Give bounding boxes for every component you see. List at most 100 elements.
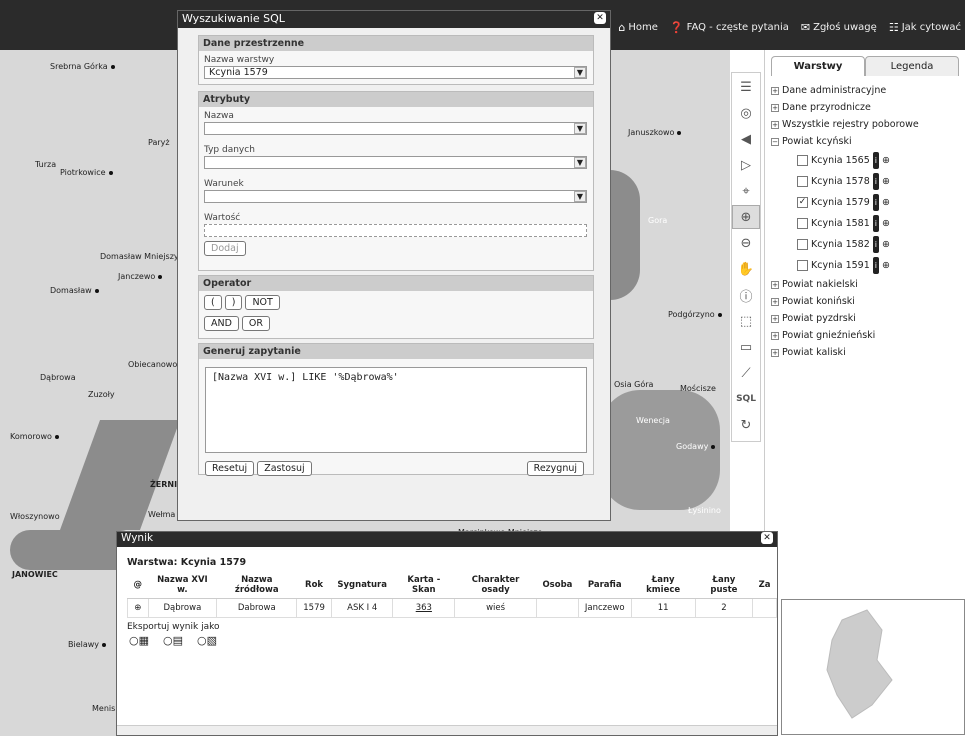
layer-item[interactable]: ✓ Kcynia 1579 i ⊕ — [771, 192, 965, 213]
pan-hand-icon[interactable]: ✋ — [732, 257, 760, 281]
info-icon[interactable]: ⓘ — [732, 283, 760, 307]
zoom-in-icon[interactable]: ⊕ — [732, 205, 760, 229]
info-badge-icon: i — [872, 152, 879, 169]
back-icon[interactable]: ◀ — [732, 127, 760, 151]
or-button[interactable]: OR — [241, 316, 271, 331]
horizontal-scrollbar[interactable] — [117, 725, 777, 735]
home-icon: ⌂ — [618, 21, 626, 34]
layer-item[interactable]: Kcynia 1591 i ⊕ — [771, 255, 965, 276]
column-header: Karta - Skan — [392, 572, 455, 599]
nav-cite-label: Jak cytować — [901, 22, 961, 33]
column-header: Nazwa XVI w. — [148, 572, 217, 599]
layer-checkbox[interactable] — [797, 218, 808, 229]
expand-icon: + — [771, 314, 779, 323]
sql-query-textarea[interactable]: [Nazwa XVI w.] LIKE '%Dąbrowa%' — [205, 367, 587, 453]
cite-icon: ☷ — [888, 21, 899, 34]
layer-checkbox-checked[interactable]: ✓ — [797, 197, 808, 208]
layer-select[interactable]: Kcynia 1579 ▼ — [204, 66, 587, 79]
close-icon[interactable]: ✕ — [761, 532, 773, 544]
generate-query-section: Generuj zapytanie [Nazwa XVI w.] LIKE '%… — [198, 343, 594, 476]
tree-group[interactable]: + Powiat nakielski — [771, 276, 965, 293]
globe-icon[interactable]: ◎ — [732, 101, 760, 125]
zoom-out-icon[interactable]: ⊖ — [732, 231, 760, 255]
not-button[interactable]: NOT — [245, 295, 280, 310]
forward-icon[interactable]: ▷ — [732, 153, 760, 177]
tab-legenda[interactable]: Legenda — [865, 56, 959, 76]
layer-item[interactable]: Kcynia 1578 i ⊕ — [771, 171, 965, 192]
sql-dialog: Wyszukiwanie SQL ✕ Dane przestrzenne Nazw… — [177, 10, 611, 521]
name-label: Nazwa — [204, 111, 234, 121]
tree-group[interactable]: + Powiat kaliski — [771, 344, 965, 361]
layer-checkbox[interactable] — [797, 260, 808, 271]
tree-group[interactable]: + Dane przyrodnicze — [771, 99, 965, 116]
table-cell: Dabrowa — [216, 598, 298, 618]
measure-icon[interactable]: ⟋ — [732, 361, 760, 385]
layer-checkbox[interactable] — [797, 176, 808, 187]
result-table: @ Nazwa XVI w. Nazwa źródłowa Rok Sygnat… — [127, 572, 777, 618]
table-header-row: @ Nazwa XVI w. Nazwa źródłowa Rok Sygnat… — [127, 572, 777, 599]
map-place: Bielawy — [68, 640, 107, 649]
export-csv-option[interactable]: ○▤ — [163, 634, 183, 647]
scan-link[interactable]: 363 — [392, 598, 456, 618]
expand-icon: + — [771, 331, 779, 340]
zoom-to-feature-icon[interactable]: ⊕ — [127, 598, 149, 618]
close-icon[interactable]: ✕ — [594, 12, 606, 24]
layer-checkbox[interactable] — [797, 155, 808, 166]
condition-select[interactable]: ▼ — [204, 190, 587, 203]
column-header: Rok — [296, 572, 332, 599]
tree-group[interactable]: + Powiat gnieźnieński — [771, 327, 965, 344]
table-cell: Janczewo — [577, 598, 632, 618]
refresh-icon[interactable]: ↻ — [732, 413, 760, 437]
table-cell: ASK I 4 — [330, 598, 394, 618]
nav-cite[interactable]: ☷ Jak cytować — [889, 21, 961, 34]
generate-query-legend: Generuj zapytanie — [199, 344, 593, 359]
info-badge-icon: i — [872, 194, 879, 211]
result-dialog-titlebar[interactable]: Wynik ✕ — [117, 532, 777, 547]
attributes-legend: Atrybuty — [199, 92, 593, 107]
zoom-to-layer-icon: ⊕ — [882, 176, 890, 187]
map-place: Podgórzyno — [668, 310, 722, 319]
info-badge-icon: i — [872, 257, 879, 274]
table-cell — [535, 598, 579, 618]
tree-group[interactable]: + Dane administracyjne — [771, 82, 965, 99]
list-icon[interactable]: ☰ — [732, 75, 760, 99]
sql-dialog-titlebar[interactable]: Wyszukiwanie SQL ✕ — [178, 11, 610, 28]
export-pdf-option[interactable]: ○▧ — [197, 634, 217, 647]
table-cell: 11 — [630, 598, 696, 618]
overview-map[interactable] — [781, 599, 965, 735]
chevron-down-icon: ▼ — [574, 67, 586, 78]
map-place: Włoszynowo — [10, 512, 60, 521]
tab-warstwy[interactable]: Warstwy — [771, 56, 865, 76]
layer-tree: + Dane administracyjne + Dane przyrodnicze… — [765, 76, 965, 361]
value-input[interactable] — [204, 224, 587, 237]
export-excel-option[interactable]: ○▦ — [129, 634, 149, 647]
sql-icon[interactable]: SQL — [732, 387, 760, 411]
tree-group[interactable]: − Powiat kcyński — [771, 133, 965, 150]
tree-group[interactable]: + Powiat koniński — [771, 293, 965, 310]
apply-button[interactable]: Zastosuj — [257, 461, 312, 476]
comment-icon[interactable]: ▭ — [732, 335, 760, 359]
cancel-button[interactable]: Rezygnuj — [526, 461, 584, 476]
tree-group[interactable]: + Wszystkie rejestry poborowe — [771, 116, 965, 133]
layer-checkbox[interactable] — [797, 239, 808, 250]
nav-faq[interactable]: ❓ FAQ - częste pytania — [670, 21, 789, 34]
layer-item[interactable]: Kcynia 1565 i ⊕ — [771, 150, 965, 171]
nav-home[interactable]: ⌂ Home — [618, 21, 658, 34]
select-icon[interactable]: ⬚ — [732, 309, 760, 333]
add-button[interactable]: Dodaj — [204, 241, 246, 256]
report-icon: ✉ — [800, 21, 811, 34]
and-button[interactable]: AND — [204, 316, 239, 331]
nav-report[interactable]: ✉ Zgłoś uwagę — [801, 21, 877, 34]
close-paren-button[interactable]: ) — [224, 295, 243, 310]
full-extent-icon[interactable]: ⌖ — [732, 179, 760, 203]
tree-group[interactable]: + Powiat pyzdrski — [771, 310, 965, 327]
map-place: Domasław — [50, 286, 99, 295]
open-paren-button[interactable]: ( — [204, 295, 222, 310]
attribute-name-select[interactable]: ▼ — [204, 122, 587, 135]
value-label: Wartość — [204, 213, 241, 223]
data-type-select[interactable]: ▼ — [204, 156, 587, 169]
table-row[interactable]: ⊕ Dąbrowa Dabrowa 1579 ASK I 4 363 wieś … — [127, 598, 777, 618]
layer-item[interactable]: Kcynia 1581 i ⊕ — [771, 213, 965, 234]
reset-button[interactable]: Resetuj — [205, 461, 255, 476]
layer-item[interactable]: Kcynia 1582 i ⊕ — [771, 234, 965, 255]
